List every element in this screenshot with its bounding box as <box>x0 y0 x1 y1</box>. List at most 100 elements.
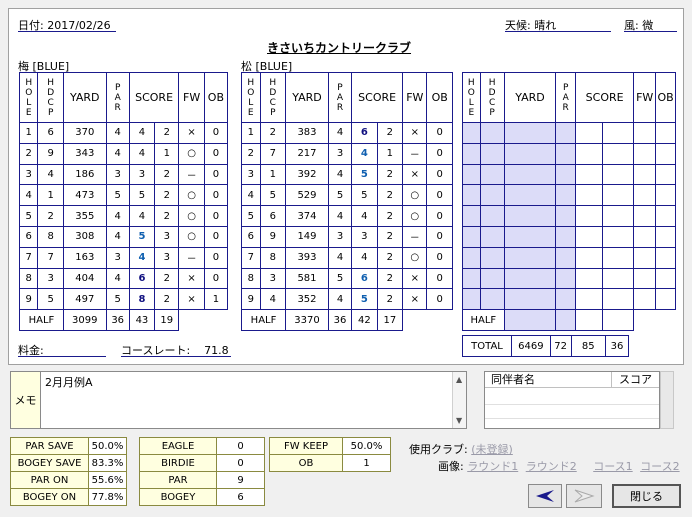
col-score: SCORE <box>575 72 635 123</box>
stat-row: BIRDIE 0 <box>139 454 265 472</box>
hole-putts: 2 <box>154 288 180 311</box>
close-button[interactable]: 閉じる <box>612 484 681 508</box>
empty-yard <box>503 122 557 144</box>
hole-ob: 0 <box>426 225 453 248</box>
prev-button[interactable] <box>528 484 562 508</box>
hole-score: 5 <box>351 163 378 186</box>
empty-par <box>555 267 577 290</box>
hole-putts: 2 <box>154 267 180 290</box>
hole-number: 9 <box>241 288 261 311</box>
hole-score: 4 <box>128 205 156 227</box>
col-fw: FW <box>402 72 428 123</box>
spacer <box>179 310 204 331</box>
empty-yard <box>503 246 557 269</box>
hole-fw: － <box>178 246 205 269</box>
hole-number: 5 <box>241 205 261 227</box>
stat-row: EAGLE 0 <box>139 437 265 455</box>
course-rate-underline <box>121 356 231 357</box>
hole-hdcp: 5 <box>37 288 64 311</box>
empty-score <box>575 288 604 311</box>
companion-score-header[interactable]: スコア <box>612 372 659 388</box>
empty-putts <box>602 122 635 144</box>
companion-name-header[interactable]: 同伴者名 <box>485 372 612 388</box>
hole-putts: 3 <box>154 225 180 248</box>
hole-hdcp: 2 <box>259 122 287 144</box>
stat-label: PAR SAVE <box>10 437 89 455</box>
empty-hole <box>462 142 481 165</box>
col-ob: OB <box>426 72 453 123</box>
hole-row: 2 9 343 4 4 1 ○ 0 <box>18 142 229 165</box>
hole-row: 6 9 149 3 3 2 － 0 <box>241 225 453 248</box>
image-link-round1[interactable]: ラウンド1 <box>467 460 518 473</box>
empty-yard <box>503 267 557 290</box>
col-fw: FW <box>178 72 205 123</box>
hole-par: 4 <box>105 225 130 248</box>
empty-hole <box>462 288 481 311</box>
hole-hdcp: 9 <box>259 225 287 248</box>
hole-row: 1 6 370 4 4 2 × 0 <box>18 122 229 144</box>
total-row: TOTAL 6469 72 85 36 <box>461 335 629 357</box>
half-yard: 3370 <box>285 309 329 332</box>
hole-par: 4 <box>105 267 130 290</box>
hole-hdcp: 4 <box>259 288 287 311</box>
image-link-course2[interactable]: コース2 <box>640 460 679 473</box>
col-hole-text: HOLE <box>467 77 475 118</box>
hole-par: 5 <box>105 184 130 207</box>
empty-par <box>555 122 577 144</box>
hole-ob: 0 <box>426 184 453 207</box>
hole-hdcp: 7 <box>259 142 287 165</box>
memo-scrollbar[interactable]: ▲ ▼ <box>452 372 466 428</box>
hole-row <box>462 205 676 227</box>
image-link-round2[interactable]: ラウンド2 <box>526 460 577 473</box>
hole-ob: 1 <box>203 288 229 311</box>
clubs-link[interactable]: (未登録) <box>471 443 513 456</box>
companion-scrollbar[interactable] <box>660 371 674 429</box>
empty-ob <box>655 267 676 290</box>
hole-row <box>462 288 676 311</box>
stat-row: PAR 9 <box>139 471 265 489</box>
scroll-down-icon[interactable]: ▼ <box>456 416 462 425</box>
hole-score: 4 <box>351 246 378 269</box>
hole-fw: × <box>178 288 205 311</box>
col-hole: HOLE <box>462 72 481 123</box>
hole-yard: 473 <box>62 184 107 207</box>
col-hole: HOLE <box>18 72 39 123</box>
hole-number: 3 <box>18 163 39 186</box>
empty-fw <box>633 122 657 144</box>
hole-score: 8 <box>128 288 156 311</box>
stat-value: 50.0% <box>88 437 127 455</box>
scroll-up-icon[interactable]: ▲ <box>456 375 462 384</box>
hole-ob: 0 <box>426 267 453 290</box>
memo-text[interactable]: 2月月例A <box>45 374 93 390</box>
empty-score <box>575 122 604 144</box>
next-button[interactable] <box>566 484 602 508</box>
images-field: 画像: ラウンド1 ラウンド2 コース1 コース2 <box>438 460 680 473</box>
stat-row: PAR SAVE 50.0% <box>10 437 127 455</box>
col-hdcp: HDCP <box>259 72 287 123</box>
empty-hole <box>462 163 481 186</box>
hole-fw: × <box>402 267 428 290</box>
hole-ob: 0 <box>203 225 229 248</box>
empty-half-putts <box>602 309 635 332</box>
empty-ob <box>655 142 676 165</box>
total-par: 72 <box>549 335 572 357</box>
hole-par: 3 <box>327 225 353 248</box>
hole-putts: 2 <box>154 122 180 144</box>
stat-label: BOGEY ON <box>10 488 89 506</box>
companion-list[interactable]: 同伴者名 スコア <box>484 371 660 429</box>
hole-putts: 2 <box>376 267 404 290</box>
hole-ob: 0 <box>426 122 453 144</box>
empty-par <box>555 163 577 186</box>
stats-score-types: EAGLE 0 BIRDIE 0 PAR 9 BOGEY 6 <box>139 437 265 506</box>
hole-fw: × <box>402 163 428 186</box>
hole-fw: × <box>178 267 205 290</box>
hole-yard: 352 <box>285 288 329 311</box>
hole-putts: 2 <box>376 122 404 144</box>
hole-fw: － <box>178 163 205 186</box>
hole-yard: 374 <box>285 205 329 227</box>
empty-score <box>575 184 604 207</box>
hole-score: 5 <box>128 225 156 248</box>
half-putts: 19 <box>154 309 180 332</box>
image-link-course1[interactable]: コース1 <box>593 460 632 473</box>
hole-number: 6 <box>241 225 261 248</box>
